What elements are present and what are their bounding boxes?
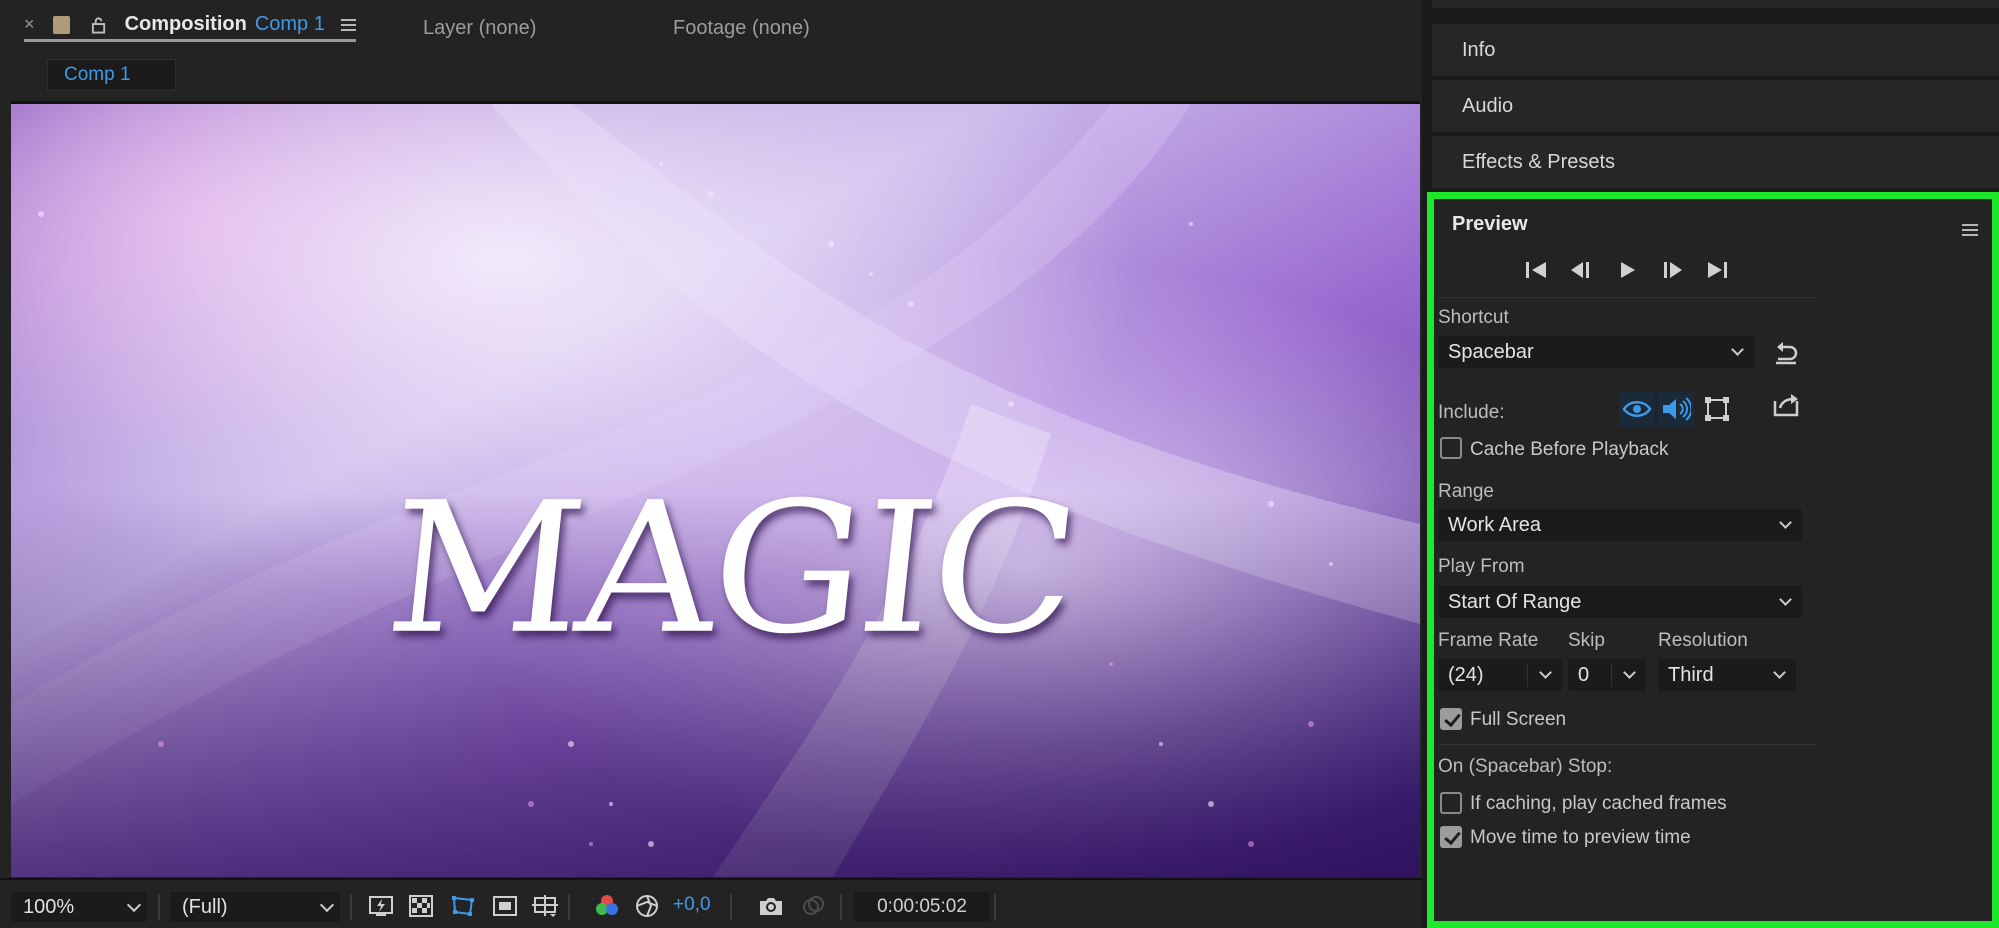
include-label: Include:: [1438, 402, 1505, 423]
move-time-checkbox[interactable]: [1440, 826, 1462, 848]
first-frame-icon[interactable]: [1522, 257, 1552, 283]
tab-footage[interactable]: Footage (none): [673, 14, 810, 42]
info-panel-header[interactable]: Info: [1432, 24, 1999, 76]
composition-tab-label: Composition: [124, 13, 247, 35]
chevron-down-icon: [1773, 666, 1786, 679]
next-frame-icon[interactable]: [1657, 257, 1687, 283]
preview-panel-title: Preview: [1452, 213, 1528, 235]
shortcut-dropdown[interactable]: Spacebar: [1438, 336, 1754, 368]
effects-presets-panel-header[interactable]: Effects & Presets: [1432, 136, 1999, 188]
grid-and-guides-icon[interactable]: [532, 894, 558, 918]
chevron-down-icon: [1779, 516, 1792, 529]
skip-label: Skip: [1568, 630, 1605, 651]
play-from-dropdown[interactable]: Start Of Range: [1438, 586, 1802, 618]
toolbar-divider: [730, 894, 732, 920]
chevron-down-icon: [1731, 343, 1744, 356]
skip-value: 0: [1578, 663, 1590, 686]
eye-icon: [1622, 401, 1652, 417]
frame-rate-value: (24): [1448, 663, 1484, 686]
audio-panel-header[interactable]: Audio: [1432, 80, 1999, 132]
play-from-value: Start Of Range: [1448, 590, 1582, 613]
include-video-toggle[interactable]: [1619, 391, 1655, 427]
include-overlays-toggle[interactable]: [1699, 391, 1735, 427]
toolbar-divider: [840, 894, 842, 920]
cache-before-playback-checkbox[interactable]: [1440, 437, 1462, 459]
resolution-value: (Full): [182, 895, 228, 918]
move-time-label: Move time to preview time: [1470, 827, 1691, 848]
transport-controls: [1522, 255, 1732, 285]
skip-dropdown[interactable]: 0: [1568, 659, 1646, 691]
fast-previews-icon[interactable]: [368, 894, 394, 918]
cache-before-playback-label: Cache Before Playback: [1470, 439, 1669, 460]
close-icon[interactable]: ×: [24, 14, 35, 35]
tab-composition[interactable]: × Composition Comp 1: [24, 13, 357, 42]
export-icon[interactable]: [1772, 391, 1802, 419]
region-of-interest-icon[interactable]: [492, 894, 518, 918]
section-divider: [1438, 297, 1818, 298]
chevron-down-icon: [1539, 666, 1552, 679]
resolution-label: Resolution: [1658, 630, 1748, 651]
composition-color-icon: [52, 15, 70, 34]
range-label: Range: [1438, 481, 1494, 502]
dropdown-divider: [1611, 663, 1612, 687]
comp-navigator-tab[interactable]: Comp 1: [47, 59, 176, 91]
current-time-display[interactable]: 0:00:05:02: [854, 892, 990, 922]
composition-name: Comp 1: [254, 13, 325, 35]
composition-footer-toolbar: 100% (Full) +0,0 0:00:05:02: [0, 878, 1422, 928]
show-channel-icon[interactable]: [594, 894, 620, 918]
resolution-value: Third: [1668, 663, 1714, 686]
frame-rate-dropdown[interactable]: (24): [1438, 659, 1562, 691]
reset-icon[interactable]: [1772, 339, 1800, 367]
transparency-grid-icon[interactable]: [408, 894, 434, 918]
frame-rate-label: Frame Rate: [1438, 630, 1539, 651]
dropdown-divider: [1527, 663, 1528, 687]
chevron-down-icon: [1623, 666, 1636, 679]
exposure-value[interactable]: +0,0: [673, 894, 711, 916]
include-audio-toggle[interactable]: [1658, 391, 1694, 427]
overlay-bounds-icon: [1705, 397, 1729, 421]
zoom-dropdown[interactable]: 100%: [11, 892, 147, 922]
if-caching-label: If caching, play cached frames: [1470, 793, 1727, 814]
show-snapshot-icon[interactable]: [800, 894, 826, 918]
last-frame-icon[interactable]: [1702, 257, 1732, 283]
play-icon[interactable]: [1612, 257, 1642, 283]
tab-layer[interactable]: Layer (none): [423, 14, 536, 42]
shortcut-label: Shortcut: [1438, 307, 1509, 328]
if-caching-checkbox[interactable]: [1440, 792, 1462, 814]
mask-visibility-icon[interactable]: [450, 894, 476, 918]
composition-viewer[interactable]: MAGIC: [11, 101, 1420, 877]
full-screen-checkbox[interactable]: [1440, 708, 1462, 730]
shortcut-value: Spacebar: [1448, 340, 1534, 363]
zoom-value: 100%: [23, 895, 75, 918]
panel-menu-icon[interactable]: [340, 16, 357, 34]
collapsed-panel-header[interactable]: [1432, 0, 1999, 8]
toolbar-divider: [568, 894, 570, 920]
snapshot-camera-icon[interactable]: [758, 894, 784, 918]
section-divider: [1438, 744, 1818, 745]
toolbar-divider: [350, 894, 352, 920]
chevron-down-icon: [319, 897, 335, 913]
toolbar-divider: [158, 894, 160, 920]
composition-tab-bar: × Composition Comp 1 Layer (none) Footag…: [0, 0, 1422, 52]
preview-panel: Preview Shortcut Spacebar Include: Cache…: [1427, 192, 1999, 928]
speaker-icon: [1663, 397, 1691, 421]
chevron-down-icon: [126, 897, 142, 913]
composition-panel: × Composition Comp 1 Layer (none) Footag…: [0, 0, 1422, 928]
range-dropdown[interactable]: Work Area: [1438, 509, 1802, 541]
play-from-label: Play From: [1438, 556, 1525, 577]
panel-menu-icon[interactable]: [1962, 221, 1978, 239]
lock-icon[interactable]: [90, 16, 107, 34]
resolution-dropdown[interactable]: (Full): [170, 892, 340, 922]
full-screen-label: Full Screen: [1470, 709, 1567, 730]
previous-frame-icon[interactable]: [1567, 257, 1597, 283]
range-value: Work Area: [1448, 513, 1541, 536]
magic-title-text: MAGIC: [378, 463, 1085, 674]
on-stop-label: On (Spacebar) Stop:: [1438, 756, 1613, 777]
reset-exposure-icon[interactable]: [634, 894, 660, 918]
resolution-dropdown[interactable]: Third: [1658, 659, 1796, 691]
chevron-down-icon: [1779, 593, 1792, 606]
toolbar-divider: [994, 894, 996, 920]
